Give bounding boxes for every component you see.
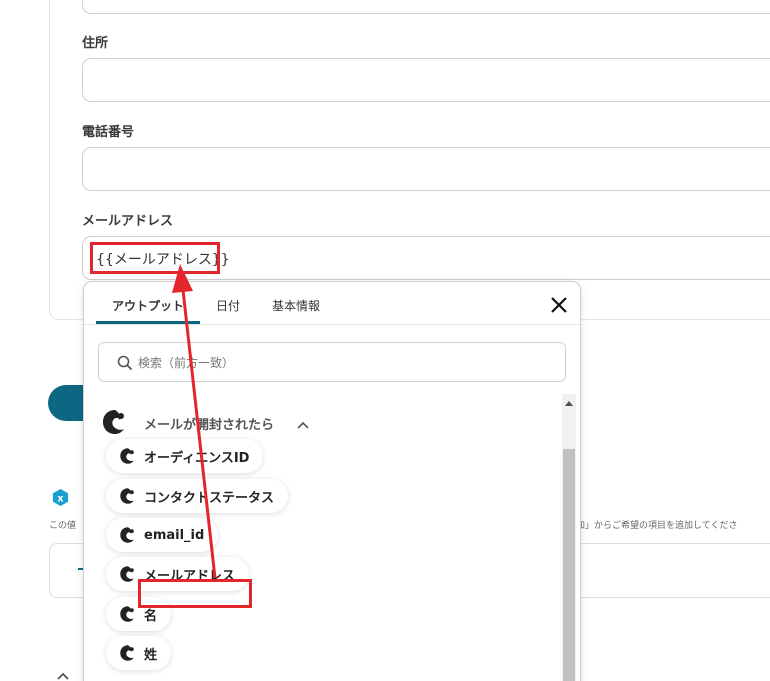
output-list: メールが開封されたら オーディエンスID コンタクトステータス email_id… xyxy=(84,394,580,681)
close-icon[interactable] xyxy=(549,295,569,315)
scroll-up-arrow[interactable] xyxy=(565,401,573,406)
hint-text-right: 加」からご希望の項目を追加してくださ xyxy=(576,521,738,531)
search-placeholder: 検索（前方一致） xyxy=(138,356,235,370)
chevron-up-icon[interactable] xyxy=(297,420,309,430)
scrollbar-thumb[interactable] xyxy=(563,449,575,681)
phone-input[interactable] xyxy=(82,147,770,191)
group-title: メールが開封されたら xyxy=(144,418,275,433)
x-badge-icon: x xyxy=(52,488,69,507)
address-input[interactable] xyxy=(82,58,770,102)
tab-divider xyxy=(84,324,580,325)
phone-label: 電話番号 xyxy=(82,125,135,140)
output-item-label: オーディエンスID xyxy=(144,450,250,466)
svg-text:x: x xyxy=(57,493,63,504)
search-input[interactable]: 検索（前方一致） xyxy=(98,342,566,382)
output-item-label: 姓 xyxy=(144,647,158,663)
search-icon xyxy=(117,355,133,371)
list-box-right xyxy=(581,543,770,598)
tab-date[interactable]: 日付 xyxy=(216,297,240,314)
mailchimp-icon xyxy=(120,645,134,661)
previous-field-input[interactable] xyxy=(82,0,770,14)
scrollbar[interactable] xyxy=(562,394,576,681)
tab-output[interactable]: アウトプット xyxy=(112,297,184,314)
group-header[interactable]: メールが開封されたら xyxy=(101,408,341,438)
mailchimp-icon xyxy=(120,566,134,582)
mailchimp-icon xyxy=(120,448,134,464)
output-item-label: コンタクトステータス xyxy=(144,490,275,506)
output-item-audience-id[interactable]: オーディエンスID xyxy=(106,439,264,473)
output-item-last-name[interactable]: 姓 xyxy=(106,636,172,670)
hint-text-left: この値 xyxy=(49,521,77,531)
mailchimp-icon xyxy=(120,527,134,543)
mailchimp-icon xyxy=(120,488,134,504)
output-item-label: email_id xyxy=(144,527,205,543)
email-label: メールアドレス xyxy=(82,214,174,229)
mailchimp-icon xyxy=(103,410,124,434)
annotation-box-input xyxy=(90,242,220,274)
output-item-contact-status[interactable]: コンタクトステータス xyxy=(106,479,289,513)
variable-picker-panel: アウトプット 日付 基本情報 検索（前方一致） メールが開封されたら オーディエ… xyxy=(83,281,581,681)
annotation-box-item xyxy=(138,579,252,608)
tab-basic-info[interactable]: 基本情報 xyxy=(272,297,320,314)
address-label: 住所 xyxy=(82,36,109,51)
chevron-up-icon[interactable] xyxy=(56,669,70,681)
mailchimp-icon xyxy=(120,606,134,622)
output-item-email-id[interactable]: email_id xyxy=(106,518,219,552)
